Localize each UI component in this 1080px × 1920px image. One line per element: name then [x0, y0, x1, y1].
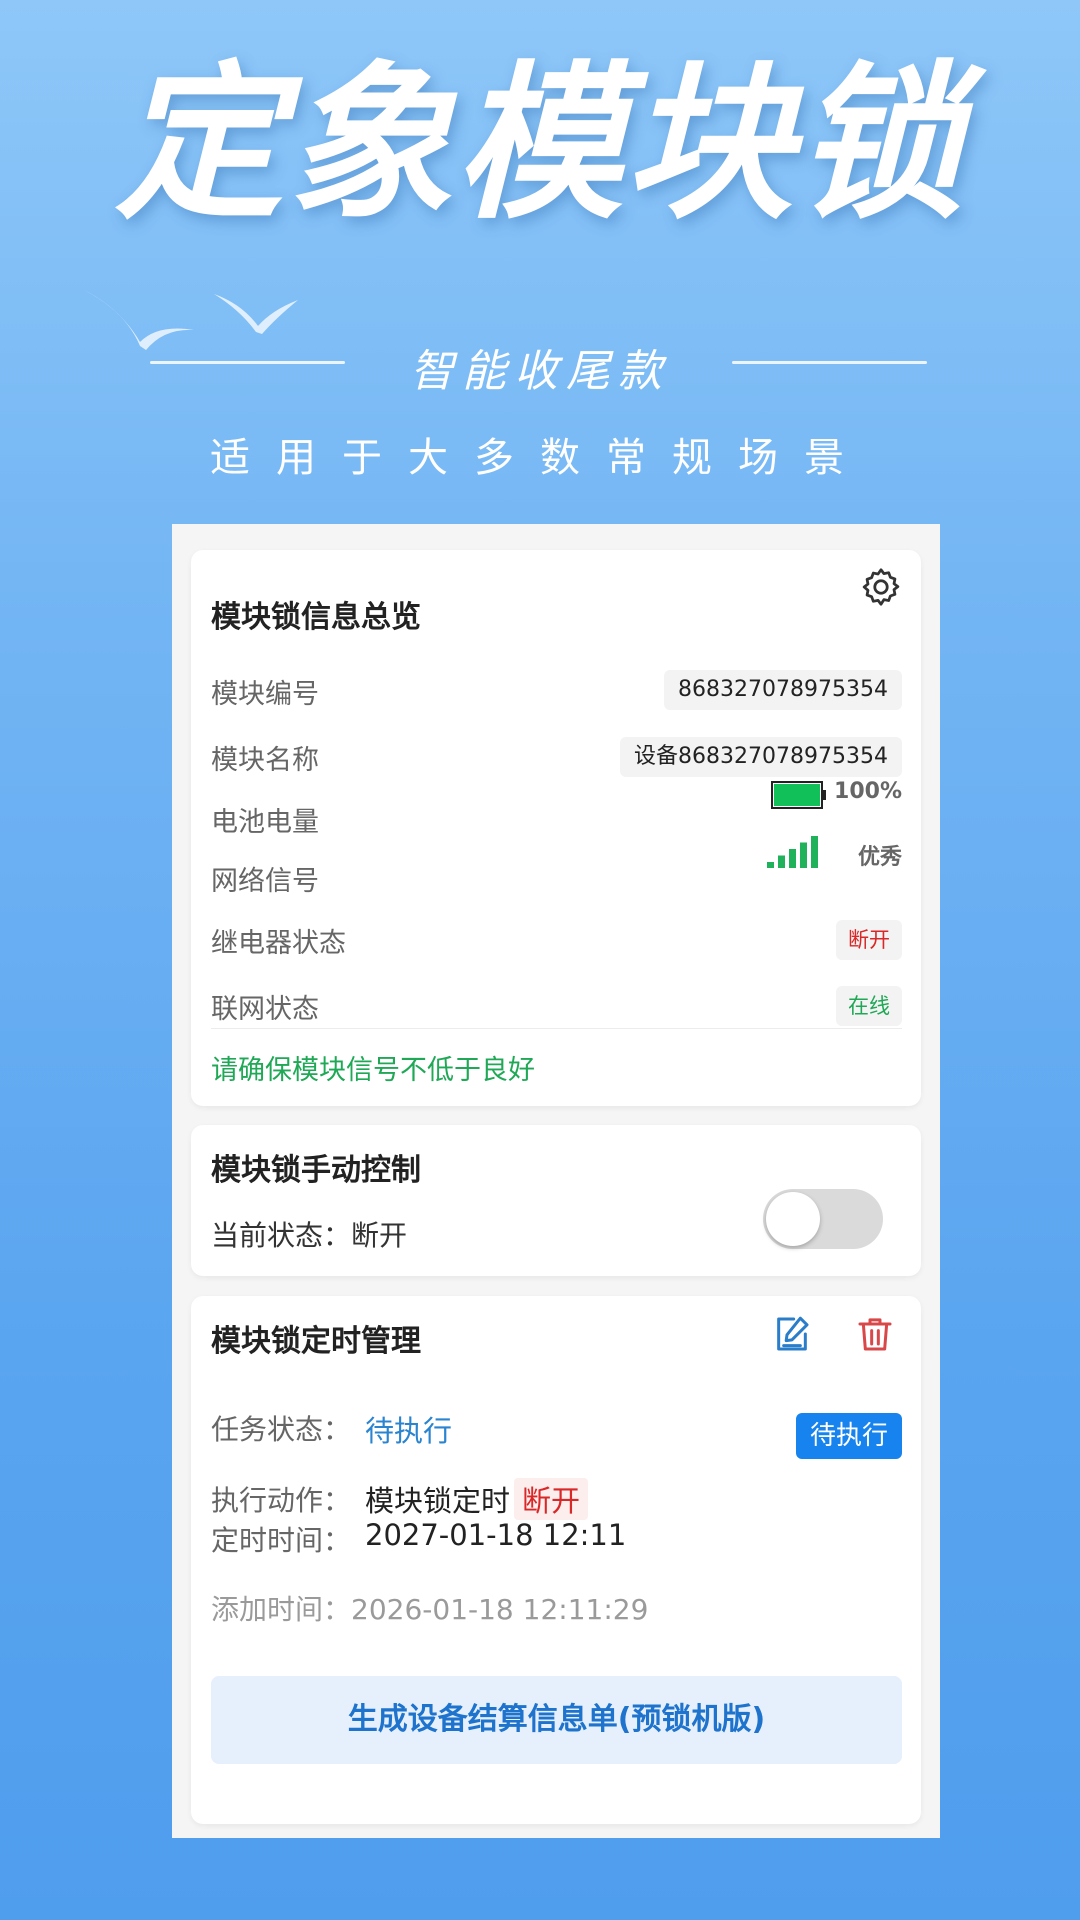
module-name-label: 模块名称: [211, 745, 319, 776]
module-no-label: 模块编号: [211, 679, 319, 710]
network-status-badge: 在线: [836, 986, 902, 1026]
module-name-value: 设备868327078975354: [620, 737, 902, 777]
bird-icon: [214, 294, 298, 334]
trash-icon[interactable]: [855, 1314, 895, 1354]
action-value: 模块锁定时 断开: [365, 1478, 589, 1520]
signal-bar: [811, 836, 818, 868]
time-value: 2027-01-18 12:11: [365, 1518, 627, 1552]
timer-title: 模块锁定时管理: [211, 1324, 421, 1359]
signal-icon: [767, 836, 818, 868]
task-status-badge: 待执行: [795, 1413, 902, 1459]
battery-icon: [771, 781, 826, 809]
signal-value: 优秀: [857, 845, 902, 870]
toggle-knob: [766, 1192, 820, 1246]
hero-title: 定象模块锁: [115, 46, 965, 242]
manual-title: 模块锁手动控制: [211, 1153, 421, 1188]
signal-bar: [789, 849, 796, 868]
current-state-label: 当前状态：: [211, 1219, 352, 1252]
signal-label: 网络信号: [211, 866, 319, 897]
network-label: 联网状态: [211, 994, 319, 1025]
hero-scene-text: 适用于大多数常规场景: [210, 435, 870, 481]
generate-bill-button[interactable]: 生成设备结算信息单(预锁机版): [211, 1676, 902, 1764]
lock-toggle-switch[interactable]: [763, 1189, 883, 1249]
current-state-value: 断开: [351, 1219, 408, 1252]
added-time-label: 添加时间：: [211, 1593, 352, 1626]
added-time: 添加时间：2026-01-18 12:11:29: [211, 1588, 648, 1628]
signal-bar: [800, 842, 807, 868]
battery-value: 100%: [834, 779, 902, 804]
battery-label: 电池电量: [211, 807, 319, 838]
current-state: 当前状态：断开: [211, 1214, 407, 1254]
overview-title: 模块锁信息总览: [211, 600, 421, 635]
action-value-text: 模块锁定时: [365, 1484, 511, 1518]
gear-icon[interactable]: [859, 565, 903, 609]
time-label: 定时时间：: [211, 1524, 352, 1557]
relay-label: 继电器状态: [211, 928, 346, 959]
action-state-badge: 断开: [514, 1478, 589, 1520]
subtitle-line-right: [732, 361, 927, 364]
manual-control-card: 模块锁手动控制 当前状态：断开: [191, 1125, 921, 1276]
signal-bar: [767, 862, 774, 868]
module-no-value: 868327078975354: [664, 670, 902, 710]
app-screen: 模块锁信息总览 模块编号 868327078975354 模块名称 设备8683…: [172, 524, 940, 1838]
hero-subtitle: 智能收尾款: [410, 346, 670, 397]
signal-bar: [778, 855, 785, 868]
overview-card: 模块锁信息总览 模块编号 868327078975354 模块名称 设备8683…: [191, 550, 921, 1106]
task-status-label: 任务状态：: [211, 1413, 352, 1446]
signal-notice: 请确保模块信号不低于良好: [211, 1055, 535, 1086]
task-status-value: 待执行: [365, 1414, 453, 1448]
added-time-value: 2026-01-18 12:11:29: [351, 1593, 649, 1626]
relay-status-badge: 断开: [836, 920, 902, 960]
edit-icon[interactable]: [772, 1314, 812, 1354]
action-label: 执行动作：: [211, 1484, 352, 1517]
divider: [211, 1028, 902, 1029]
timer-card: 模块锁定时管理 任务状态： 待执行 待执行 执行动作： 模块锁定时 断开 定时时间…: [191, 1296, 921, 1824]
